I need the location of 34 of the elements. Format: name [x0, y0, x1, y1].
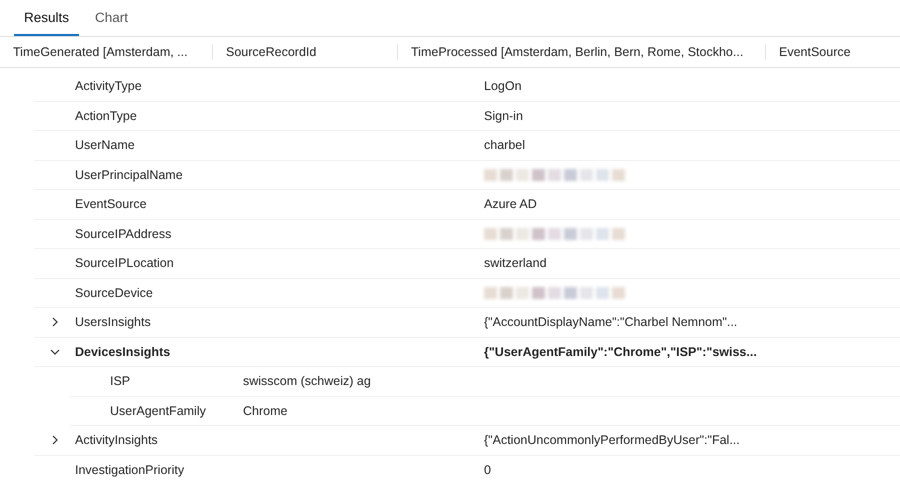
field-name: SourceIPAddress — [75, 226, 172, 241]
chevron-icon[interactable] — [50, 346, 60, 357]
column-header[interactable]: EventSource — [766, 44, 851, 60]
cell-value: LogOn — [484, 79, 522, 94]
tab[interactable]: Chart — [85, 0, 138, 36]
column-header[interactable]: SourceRecordId — [213, 44, 398, 60]
field-name: UserPrincipalName — [75, 168, 184, 182]
field-name: UserAgentFamily — [110, 404, 207, 418]
field-name: ActivityType — [75, 79, 143, 94]
cell-value: switzerland — [484, 256, 547, 270]
cell-value: Chrome — [243, 404, 288, 418]
chevron-icon[interactable] — [50, 435, 60, 446]
tab[interactable]: Results — [14, 0, 80, 36]
field-name: SourceDevice — [75, 286, 154, 300]
cell-value: 0 — [484, 462, 491, 477]
field-name: ActivityInsights — [75, 433, 159, 448]
field-name: UserName — [75, 138, 136, 152]
cell-value: Sign-in — [484, 108, 523, 123]
cell-value: {"ActionUncommonlyPerformedByUser":"Fal... — [484, 433, 740, 448]
field-name: ISP — [110, 374, 132, 388]
field-name: DevicesInsights — [75, 344, 172, 359]
cell-value: swisscom (schweiz) ag — [243, 374, 371, 388]
field-name: ActionType — [75, 108, 138, 123]
cell-value: Azure AD — [484, 197, 537, 212]
column-header[interactable]: TimeProcessed [Amsterdam, Berlin, Bern, Rome, Stockho... — [398, 44, 766, 60]
cell-value: {"AccountDisplayName":"Charbel Nemnom"... — [484, 315, 738, 330]
field-name: EventSource — [75, 197, 148, 212]
cell-value: {"UserAgentFamily":"Chrome","ISP":"swiss... — [484, 344, 757, 359]
column-header[interactable]: TimeGenerated [Amsterdam, ... — [0, 44, 213, 60]
cell-value: charbel — [484, 138, 525, 152]
field-name: InvestigationPriority — [75, 462, 186, 477]
chevron-icon[interactable] — [50, 317, 60, 328]
field-name: UsersInsights — [75, 315, 152, 330]
field-name: SourceIPLocation — [75, 256, 175, 270]
